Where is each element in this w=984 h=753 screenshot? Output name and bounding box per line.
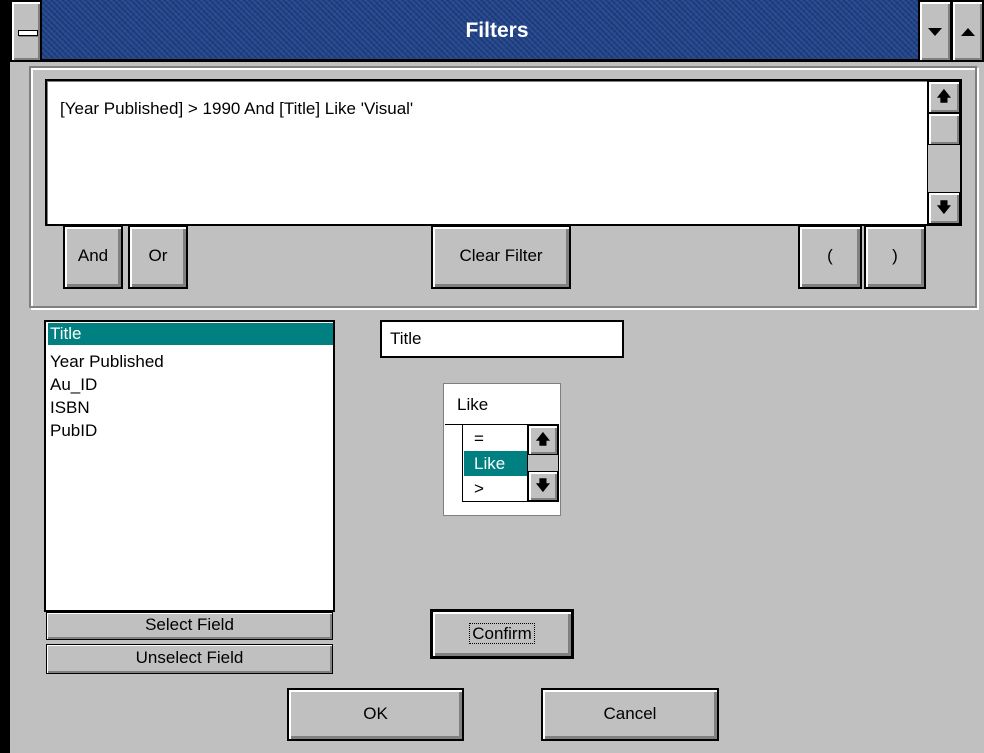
maximize-button[interactable] — [951, 0, 984, 62]
minimize-button[interactable] — [918, 0, 952, 62]
field-item-isbn[interactable]: ISBN — [48, 397, 333, 419]
arrow-down-icon: 🡇 — [936, 199, 952, 215]
cancel-button[interactable]: Cancel — [541, 688, 719, 741]
operator-scroll-up-button[interactable]: 🡅 — [528, 425, 558, 455]
operator-option-equals[interactable]: = — [464, 426, 536, 451]
arrow-up-icon: 🡅 — [936, 88, 952, 104]
open-paren-button[interactable]: ( — [798, 225, 862, 289]
scroll-thumb[interactable] — [928, 113, 960, 145]
operator-scroll-down-button[interactable]: 🡇 — [528, 471, 558, 501]
filter-expression-box[interactable]: [Year Published] > 1990 And [Title] Like… — [45, 79, 962, 226]
clear-filter-button[interactable]: Clear Filter — [431, 225, 571, 289]
field-item-pubid[interactable]: PubID — [48, 420, 333, 442]
confirm-label: Confirm — [469, 623, 535, 644]
selected-field-input[interactable]: Title — [380, 320, 624, 358]
field-item-year-published[interactable]: Year Published — [48, 351, 333, 373]
ok-button[interactable]: OK — [287, 688, 464, 741]
field-list[interactable]: Title Year Published Au_ID ISBN PubID — [44, 320, 335, 612]
expression-scrollbar[interactable]: 🡅 🡇 — [927, 81, 960, 224]
field-item-au-id[interactable]: Au_ID — [48, 374, 333, 396]
minimize-icon — [928, 28, 942, 36]
window-title: Filters — [465, 19, 529, 42]
close-paren-button[interactable]: ) — [864, 225, 926, 289]
field-item-title[interactable]: Title — [48, 323, 333, 345]
system-menu-button[interactable] — [10, 0, 42, 62]
or-button[interactable]: Or — [128, 225, 188, 289]
unselect-field-button[interactable]: Unselect Field — [46, 644, 333, 674]
arrow-up-icon: 🡅 — [535, 431, 551, 447]
arrow-down-icon: 🡇 — [535, 477, 551, 493]
scroll-up-button[interactable]: 🡅 — [928, 81, 960, 113]
operator-option-like[interactable]: Like — [464, 451, 536, 476]
operator-value[interactable]: Like — [445, 385, 559, 425]
maximize-icon — [961, 28, 975, 36]
operator-scrollbar[interactable]: 🡅 🡇 — [527, 425, 558, 501]
title-bar[interactable]: Filters — [10, 0, 984, 62]
operator-option-greater[interactable]: > — [464, 476, 536, 501]
scroll-down-button[interactable]: 🡇 — [928, 192, 960, 224]
confirm-button[interactable]: Confirm — [430, 609, 574, 659]
system-menu-icon — [18, 30, 38, 36]
select-field-button[interactable]: Select Field — [46, 612, 333, 640]
filter-expression-text: [Year Published] > 1990 And [Title] Like… — [60, 99, 414, 118]
operator-list[interactable]: = Like > 🡅 🡇 — [462, 424, 559, 502]
and-button[interactable]: And — [63, 225, 123, 289]
